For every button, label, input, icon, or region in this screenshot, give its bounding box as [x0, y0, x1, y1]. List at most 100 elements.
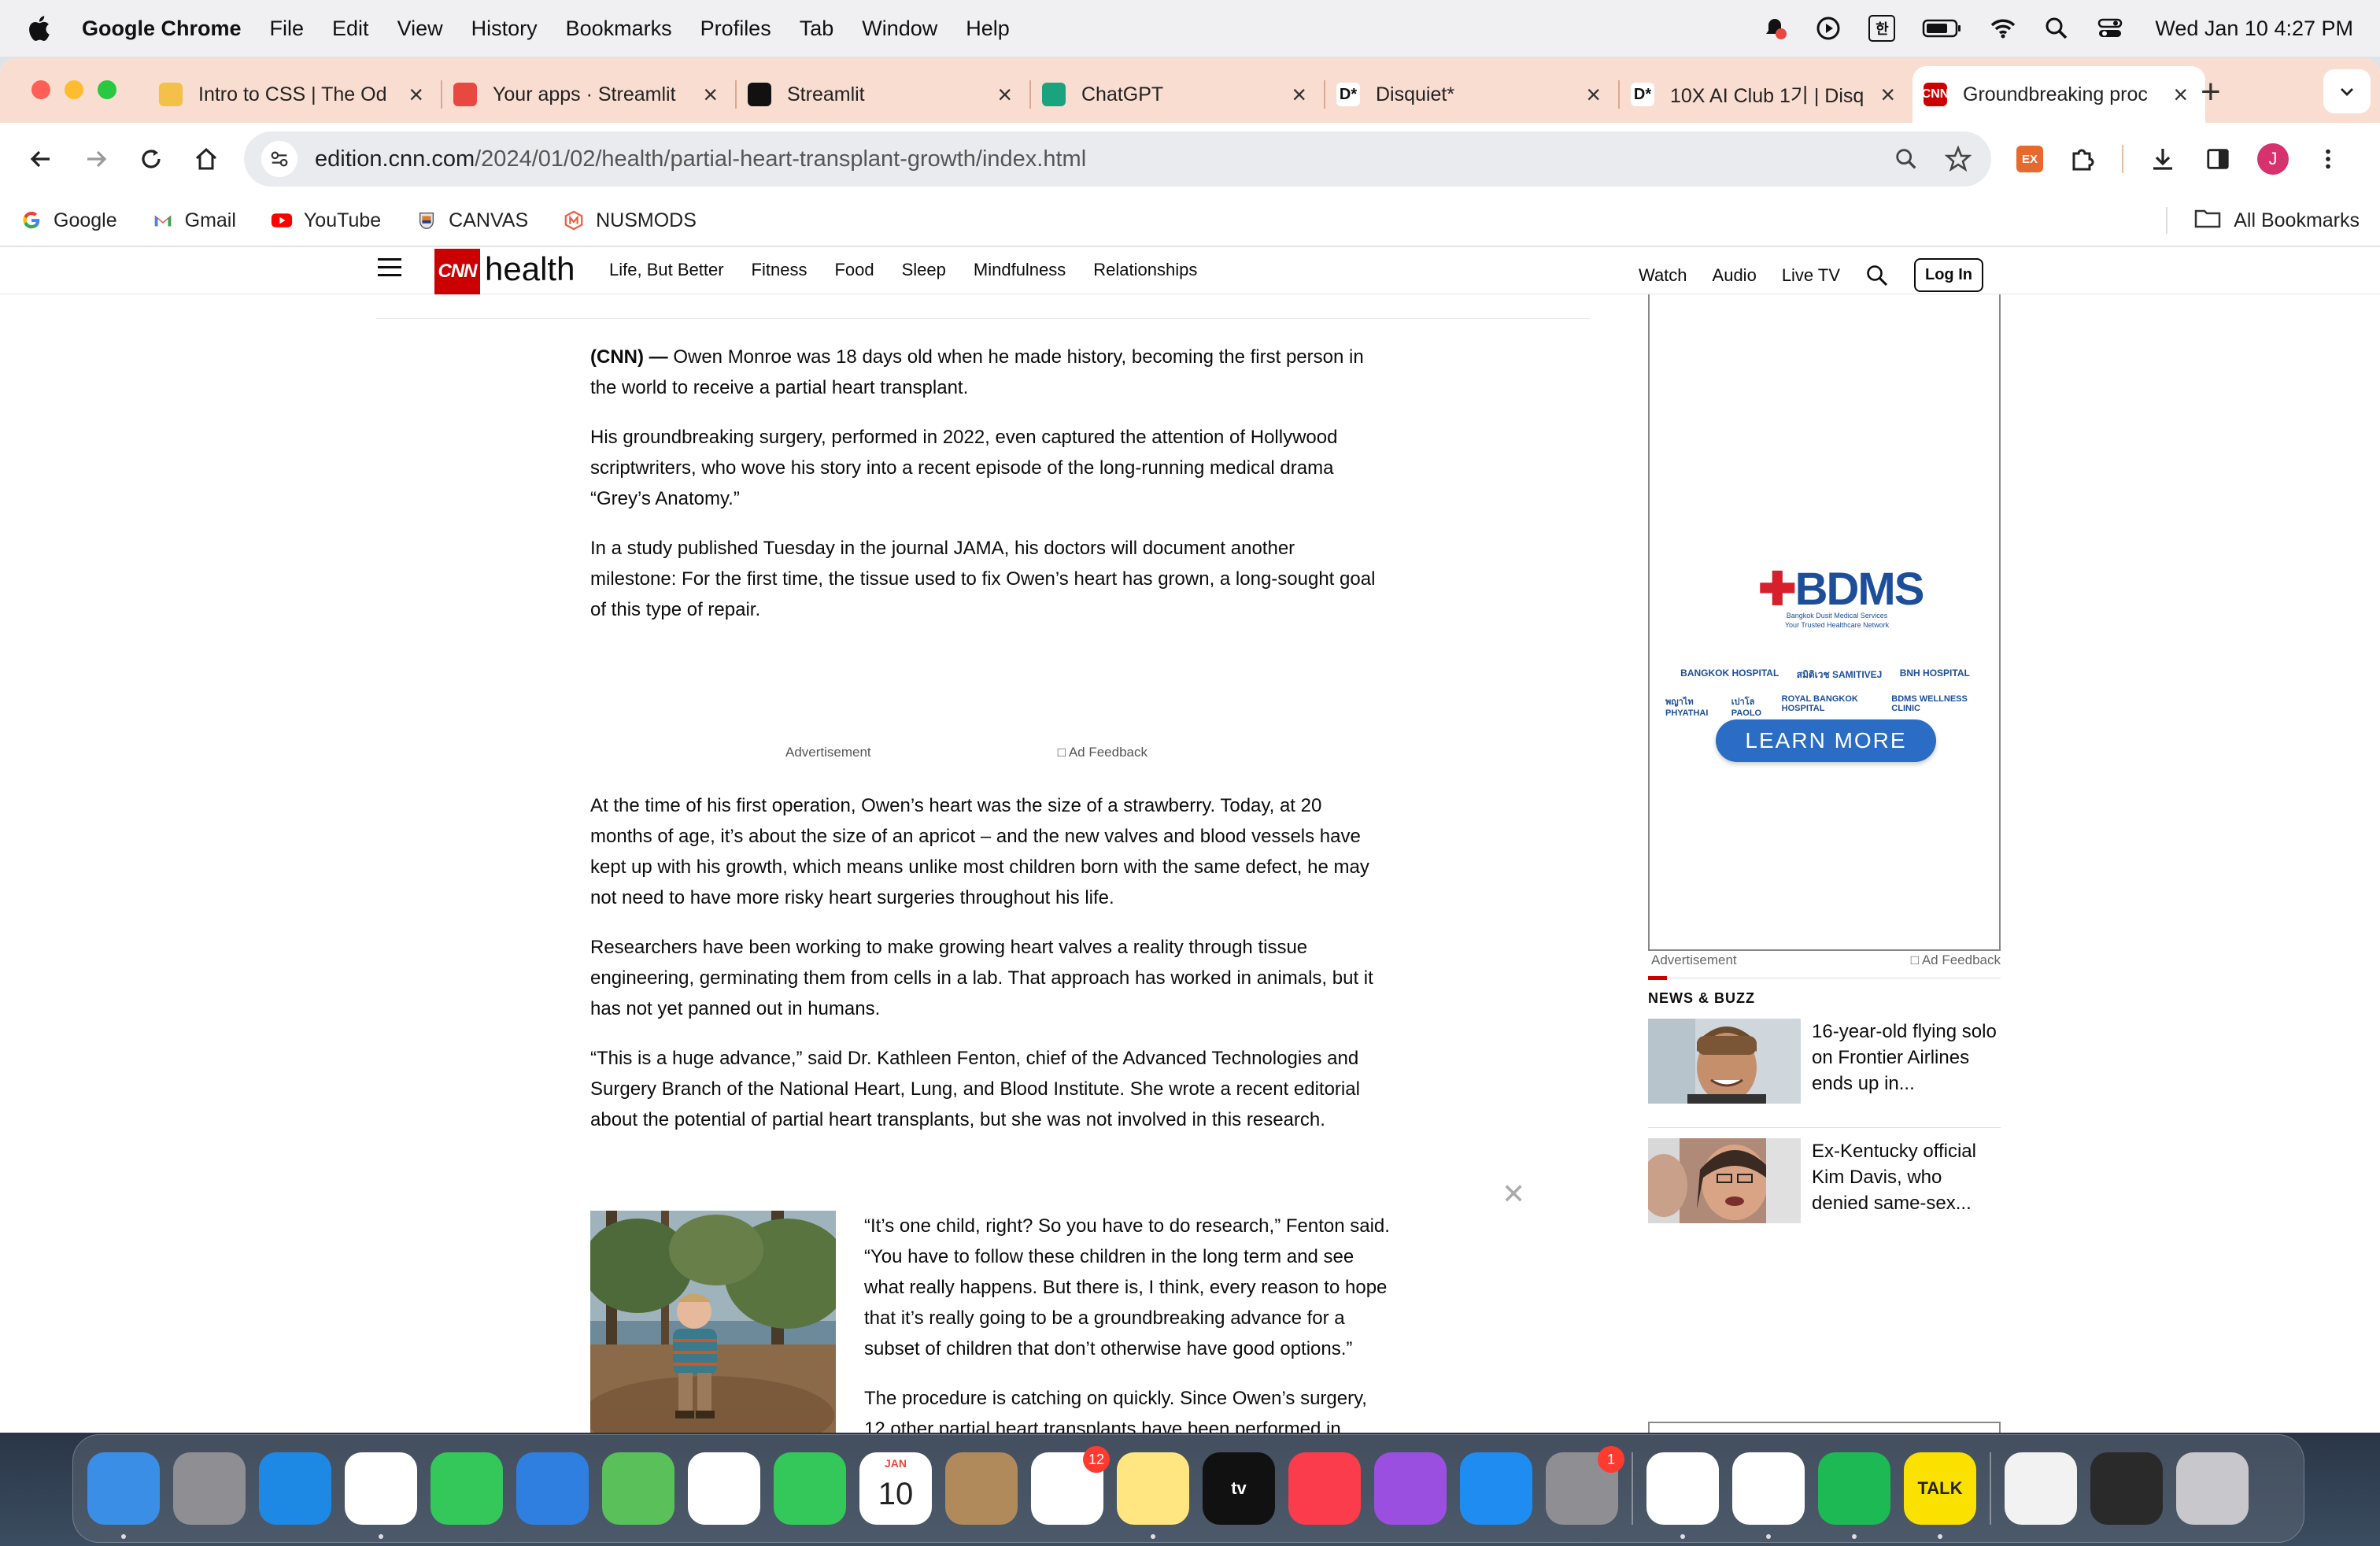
- browser-tab[interactable]: D* Disquiet* ×: [1325, 66, 1618, 123]
- close-tab-icon[interactable]: ×: [1586, 80, 1601, 109]
- download-icon[interactable]: [2147, 143, 2179, 175]
- menu-bookmarks[interactable]: Bookmarks: [566, 17, 672, 41]
- notification-icon[interactable]: [1761, 15, 1788, 42]
- side-panel-icon[interactable]: [2202, 143, 2234, 175]
- maps-icon[interactable]: [602, 1452, 674, 1525]
- bookmark-nusmods[interactable]: NUSMODS: [563, 209, 697, 232]
- new-tab-button[interactable]: +: [2201, 72, 2221, 112]
- profile-avatar[interactable]: J: [2257, 143, 2289, 175]
- reload-button[interactable]: [126, 134, 176, 184]
- url-text[interactable]: edition.cnn.com/2024/01/02/health/partia…: [315, 146, 1870, 172]
- audio-link[interactable]: Audio: [1713, 265, 1757, 286]
- input-method-icon[interactable]: 한: [1868, 15, 1896, 42]
- nav-link[interactable]: Relationships: [1093, 260, 1197, 280]
- close-tab-icon[interactable]: ×: [997, 80, 1012, 109]
- bookmark-gmail[interactable]: Gmail: [152, 209, 236, 232]
- facetime-icon[interactable]: [774, 1452, 846, 1525]
- battery-icon[interactable]: [1922, 15, 1963, 42]
- news-headline[interactable]: Ex-Kentucky official Kim Davis, who deni…: [1812, 1138, 2001, 1223]
- animals-study-link[interactable]: has worked in animals: [1135, 967, 1321, 989]
- podcasts-icon[interactable]: [1374, 1452, 1447, 1525]
- chrome-icon[interactable]: [345, 1452, 417, 1539]
- messages-icon[interactable]: [431, 1452, 503, 1525]
- close-tab-icon[interactable]: ×: [1292, 80, 1306, 109]
- notes-icon[interactable]: [1117, 1452, 1189, 1539]
- close-tab-icon[interactable]: ×: [2173, 80, 2188, 109]
- ad-feedback-link[interactable]: □ Ad Feedback: [1058, 745, 1148, 760]
- bookmark-youtube[interactable]: YouTube: [271, 209, 381, 232]
- app-name[interactable]: Google Chrome: [82, 17, 242, 41]
- close-icon[interactable]: ✕: [1502, 1178, 1525, 1211]
- browser-tab[interactable]: ChatGPT ×: [1031, 66, 1324, 123]
- safari-icon[interactable]: [259, 1452, 331, 1525]
- nav-link[interactable]: Sleep: [902, 260, 946, 280]
- menu-tab[interactable]: Tab: [800, 17, 834, 41]
- learn-more-button[interactable]: LEARN MORE: [1716, 719, 1936, 762]
- apple-icon[interactable]: [27, 14, 50, 43]
- control-center-icon[interactable]: [2097, 15, 2123, 42]
- news-headline[interactable]: 16-year-old flying solo on Frontier Airl…: [1812, 1019, 2001, 1104]
- news-thumbnail[interactable]: [1648, 1138, 1801, 1223]
- live-tv-link[interactable]: Live TV: [1782, 265, 1840, 286]
- sidebar-ad-2[interactable]: [1648, 1422, 2001, 1433]
- minimize-window-button[interactable]: [65, 80, 83, 99]
- trash-icon[interactable]: [2176, 1452, 2249, 1525]
- tv-icon[interactable]: tv: [1203, 1452, 1275, 1525]
- nav-link[interactable]: Fitness: [752, 260, 808, 280]
- extension-ex-icon[interactable]: EX: [2016, 146, 2043, 172]
- nav-link[interactable]: Food: [834, 260, 874, 280]
- window-preview-icon[interactable]: [2090, 1452, 2163, 1525]
- sidebar-ad[interactable]: ✚BDMS Bangkok Dusit Medical Services You…: [1648, 294, 2001, 951]
- menu-view[interactable]: View: [397, 17, 443, 41]
- close-tab-icon[interactable]: ×: [703, 80, 718, 109]
- browser-tab[interactable]: Your apps · Streamlit ×: [442, 66, 735, 123]
- tab-search-button[interactable]: [2323, 69, 2371, 113]
- spotify-icon[interactable]: [1818, 1452, 1890, 1539]
- watch-link[interactable]: Watch: [1639, 265, 1687, 286]
- extensions-puzzle-icon[interactable]: [2067, 143, 2098, 175]
- browser-tab[interactable]: CNN Groundbreaking proc ×: [1913, 66, 2205, 123]
- browser-tab[interactable]: D* 10X AI Club 1기 | Disq ×: [1620, 66, 1913, 123]
- menu-clock[interactable]: Wed Jan 10 4:27 PM: [2155, 17, 2353, 41]
- menu-window[interactable]: Window: [862, 17, 937, 41]
- mail-icon[interactable]: [516, 1452, 589, 1525]
- browser-tab[interactable]: Streamlit ×: [737, 66, 1029, 123]
- menu-history[interactable]: History: [471, 17, 538, 41]
- home-button[interactable]: [181, 134, 231, 184]
- slack-icon[interactable]: [1732, 1452, 1805, 1539]
- nav-link[interactable]: Life, But Better: [609, 260, 724, 280]
- zoom-window-button[interactable]: [98, 80, 116, 99]
- all-bookmarks-button[interactable]: All Bookmarks: [2166, 207, 2360, 235]
- app-store-icon[interactable]: [1460, 1452, 1532, 1525]
- close-tab-icon[interactable]: ×: [1880, 80, 1895, 109]
- contacts-icon[interactable]: [945, 1452, 1018, 1525]
- address-bar[interactable]: edition.cnn.com/2024/01/02/health/partia…: [244, 131, 1991, 187]
- play-icon[interactable]: [1815, 15, 1842, 42]
- site-settings-icon[interactable]: [261, 141, 298, 177]
- news-item[interactable]: Ex-Kentucky official Kim Davis, who deni…: [1648, 1138, 2001, 1223]
- back-button[interactable]: [16, 134, 66, 184]
- photos-icon[interactable]: [688, 1452, 760, 1525]
- system-settings-icon[interactable]: 1: [1546, 1446, 1624, 1525]
- search-icon[interactable]: [1865, 264, 1889, 287]
- browser-tab[interactable]: Intro to CSS | The Od ×: [148, 66, 441, 123]
- close-tab-icon[interactable]: ×: [408, 80, 423, 109]
- more-menu-icon[interactable]: [2312, 143, 2344, 175]
- news-thumbnail[interactable]: [1648, 1019, 1801, 1104]
- cnn-logo[interactable]: CNN: [434, 249, 480, 294]
- menu-help[interactable]: Help: [966, 17, 1010, 41]
- login-button[interactable]: Log In: [1914, 258, 1983, 292]
- bookmark-google[interactable]: Google: [20, 209, 117, 232]
- menu-profiles[interactable]: Profiles: [700, 17, 771, 41]
- bookmark-star-icon[interactable]: [1942, 143, 1974, 175]
- article-photo[interactable]: [590, 1211, 836, 1433]
- menu-edit[interactable]: Edit: [332, 17, 369, 41]
- kakaotalk-icon[interactable]: TALK: [1904, 1452, 1976, 1539]
- nav-link[interactable]: Mindfulness: [974, 260, 1066, 280]
- reminders-icon[interactable]: 12: [1031, 1446, 1110, 1525]
- bookmark-canvas[interactable]: CANVAS: [416, 209, 528, 232]
- search-icon[interactable]: [2043, 15, 2070, 42]
- document-icon[interactable]: [2005, 1452, 2077, 1525]
- music-icon[interactable]: [1288, 1452, 1361, 1525]
- calendar-icon[interactable]: JAN 10: [859, 1452, 932, 1525]
